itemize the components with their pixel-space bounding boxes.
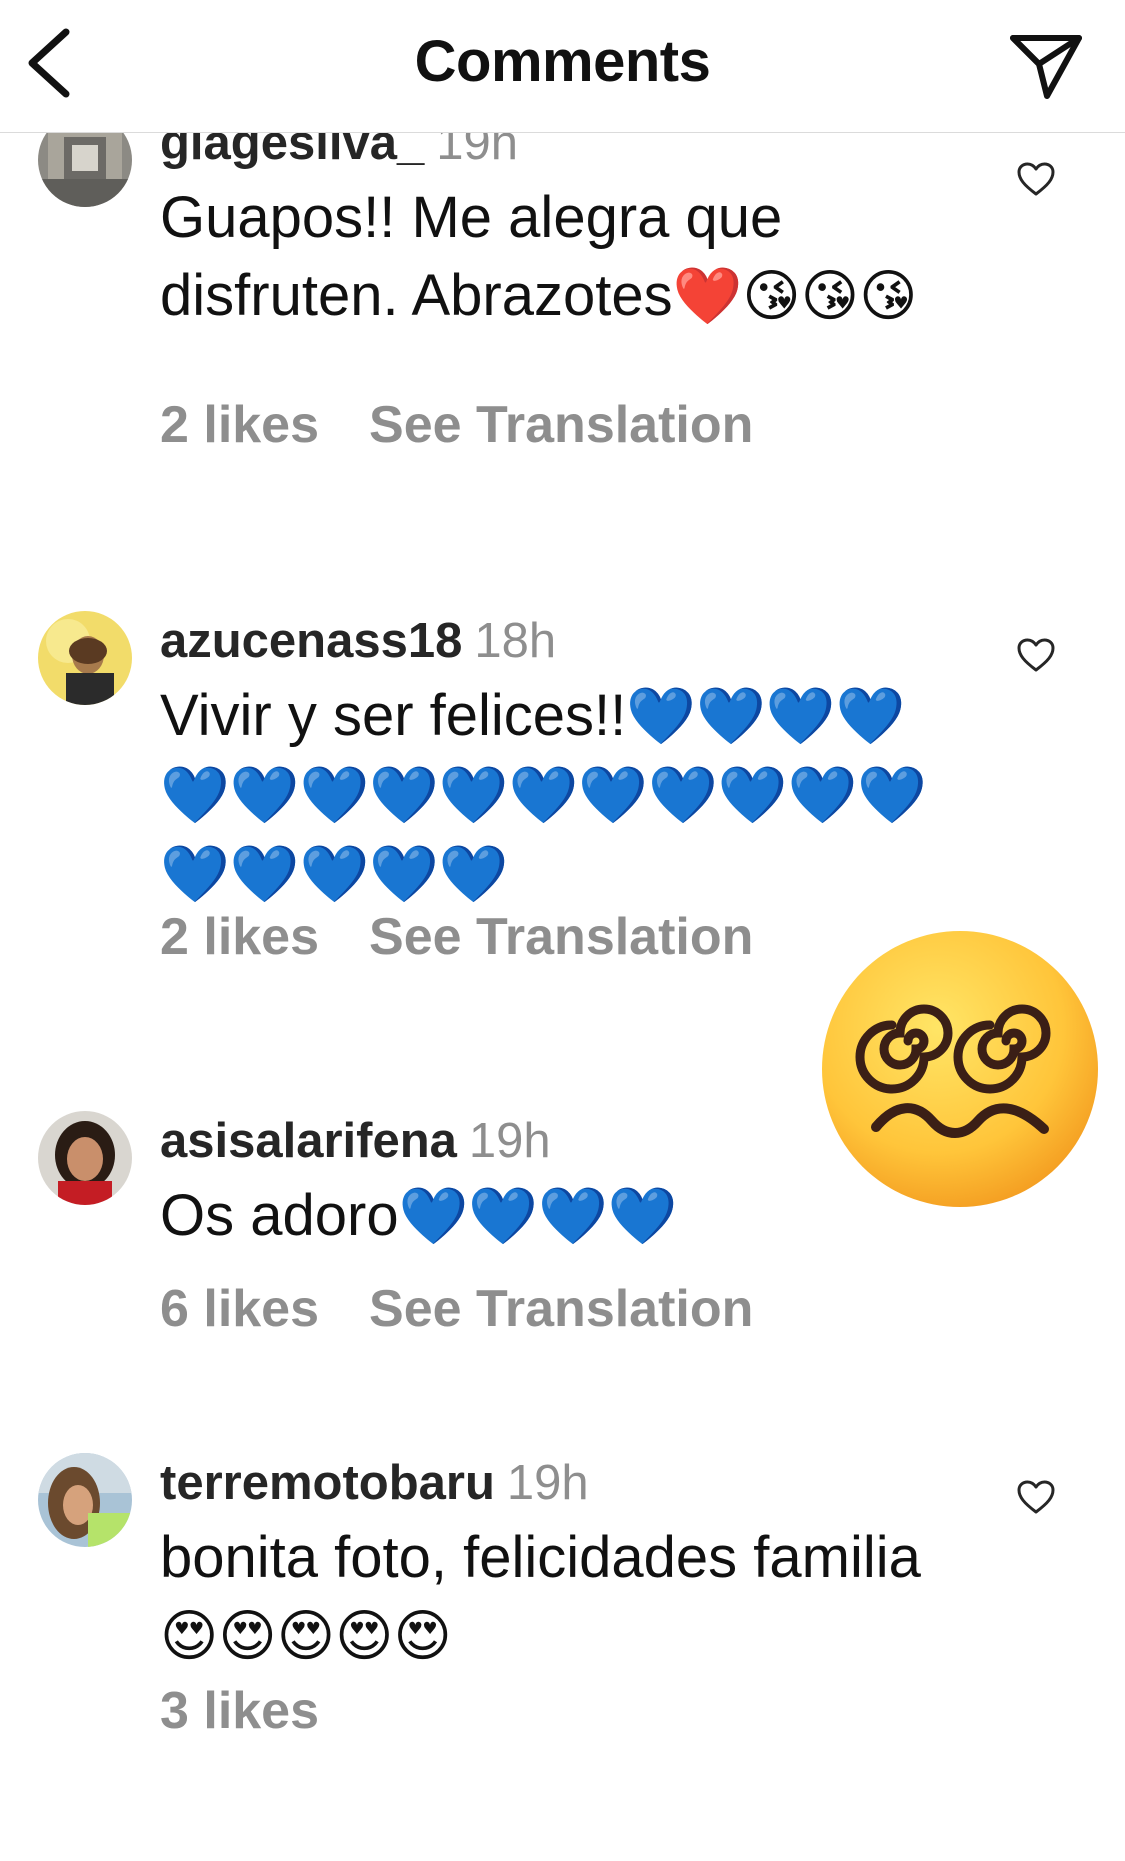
avatar[interactable] bbox=[38, 133, 132, 207]
likes-count[interactable]: 6 likes bbox=[160, 1280, 319, 1338]
comment-body: Os adoro bbox=[160, 1183, 399, 1248]
dizzy-face-icon bbox=[822, 931, 1098, 1207]
comment-header: glagesilva_ 19h bbox=[160, 133, 518, 173]
comment-time: 19h bbox=[436, 133, 518, 170]
comment-username[interactable]: azucenass18 bbox=[160, 614, 462, 668]
comment-username[interactable]: asisalarifena bbox=[160, 1114, 457, 1168]
heart-outline-icon[interactable] bbox=[1016, 637, 1056, 673]
see-translation-link[interactable]: See Translation bbox=[369, 396, 753, 454]
see-translation-link[interactable]: See Translation bbox=[369, 1280, 753, 1338]
avatar[interactable] bbox=[38, 1111, 132, 1205]
comment-emoji: ❤️😘😘😘 bbox=[672, 264, 918, 329]
comment-meta: 2 likes See Translation bbox=[160, 907, 753, 967]
page-title: Comments bbox=[414, 29, 711, 94]
avatar[interactable] bbox=[38, 1453, 132, 1547]
likes-count[interactable]: 3 likes bbox=[160, 1682, 319, 1740]
top-nav-bar: Comments bbox=[0, 0, 1125, 133]
comment-username[interactable]: glagesilva_ bbox=[160, 133, 424, 170]
comment-emoji: 😍😍😍😍😍 bbox=[160, 1604, 452, 1669]
see-translation-link[interactable]: See Translation bbox=[369, 908, 753, 966]
avatar[interactable] bbox=[38, 611, 132, 705]
comment-meta: 3 likes bbox=[160, 1681, 319, 1741]
comment-text: bonita foto, felicidades familia 😍😍😍😍😍 bbox=[160, 1519, 960, 1676]
heart-outline-icon[interactable] bbox=[1016, 161, 1056, 197]
comment-text: Guapos!! Me alegra que disfruten. Abrazo… bbox=[160, 179, 960, 336]
comment-body: Vivir y ser felices!! bbox=[160, 683, 627, 748]
comment-time: 19h bbox=[468, 1114, 551, 1168]
comment-text: Vivir y ser felices!!💙💙💙💙💙💙💙💙💙💙💙💙💙💙💙💙💙💙💙… bbox=[160, 677, 960, 914]
paper-plane-icon bbox=[1010, 35, 1082, 99]
comment-emoji: 💙💙💙💙 bbox=[398, 1184, 678, 1249]
comment-meta: 6 likes See Translation bbox=[160, 1279, 753, 1339]
comment-username[interactable]: terremotobaru bbox=[160, 1456, 495, 1510]
likes-count[interactable]: 2 likes bbox=[160, 908, 319, 966]
heart-outline-icon[interactable] bbox=[1016, 1479, 1056, 1515]
comment-time: 18h bbox=[474, 614, 557, 668]
comment-body: bonita foto, felicidades familia bbox=[160, 1525, 921, 1590]
comment-time: 19h bbox=[506, 1456, 589, 1510]
comment-header: terremotobaru 19h bbox=[160, 1453, 589, 1513]
comment-meta: 2 likes See Translation bbox=[160, 395, 753, 455]
share-button[interactable] bbox=[1007, 30, 1085, 102]
comment-header: asisalarifena 19h bbox=[160, 1111, 551, 1171]
comment-header: azucenass18 18h bbox=[160, 611, 556, 671]
likes-count[interactable]: 2 likes bbox=[160, 396, 319, 454]
